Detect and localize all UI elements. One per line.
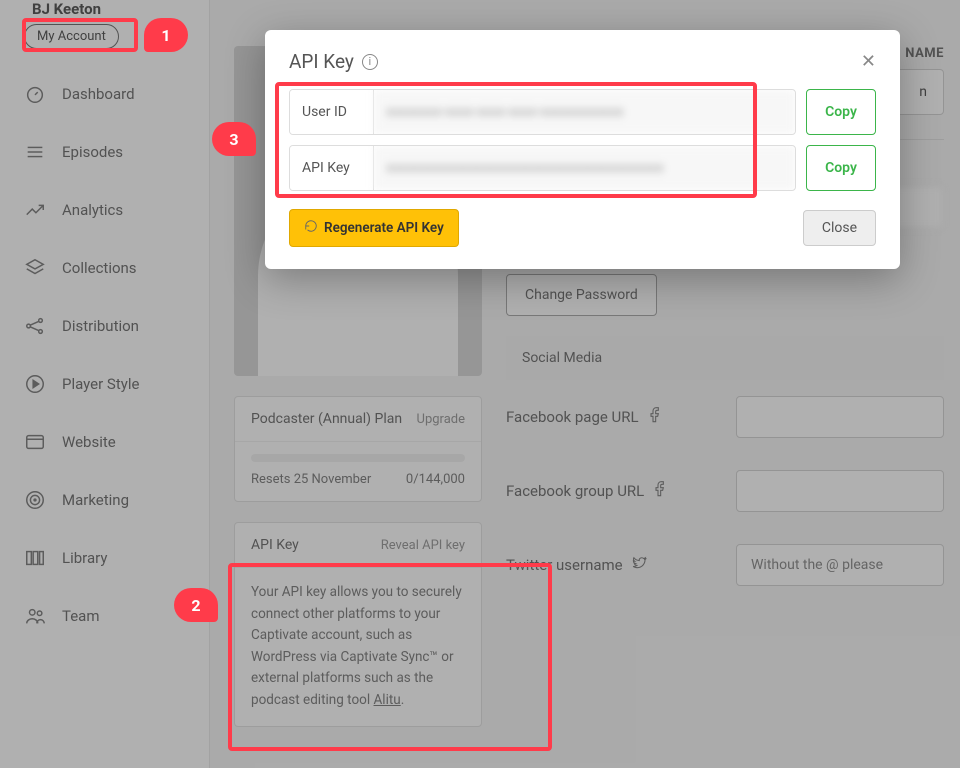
refresh-icon xyxy=(304,219,318,237)
api-key-label: API Key xyxy=(290,146,374,190)
copy-user-id-button[interactable]: Copy xyxy=(806,89,876,135)
regenerate-api-key-button[interactable]: Regenerate API Key xyxy=(289,209,459,247)
user-id-value[interactable]: xxxxxxxx-xxxx-xxxx-xxxx-xxxxxxxxxxxx xyxy=(374,90,795,134)
api-key-value[interactable]: xxxxxxxxxxxxxxxxxxxxxxxxxxxxxxxxxxxxxxxx xyxy=(374,146,795,190)
callout-badge-3: 3 xyxy=(212,122,256,156)
user-id-label: User ID xyxy=(290,90,374,134)
copy-api-key-button[interactable]: Copy xyxy=(806,145,876,191)
info-icon[interactable]: i xyxy=(362,54,378,70)
api-key-row: API Key xxxxxxxxxxxxxxxxxxxxxxxxxxxxxxxx… xyxy=(289,145,876,191)
close-button[interactable]: Close xyxy=(803,210,876,246)
callout-badge-1: 1 xyxy=(144,18,188,52)
api-key-modal: API Key i ✕ User ID xxxxxxxx-xxxx-xxxx-x… xyxy=(265,30,900,269)
callout-badge-2: 2 xyxy=(174,588,218,622)
close-icon[interactable]: ✕ xyxy=(861,51,876,72)
modal-title: API Key i xyxy=(289,50,378,73)
user-id-row: User ID xxxxxxxx-xxxx-xxxx-xxxx-xxxxxxxx… xyxy=(289,89,876,135)
